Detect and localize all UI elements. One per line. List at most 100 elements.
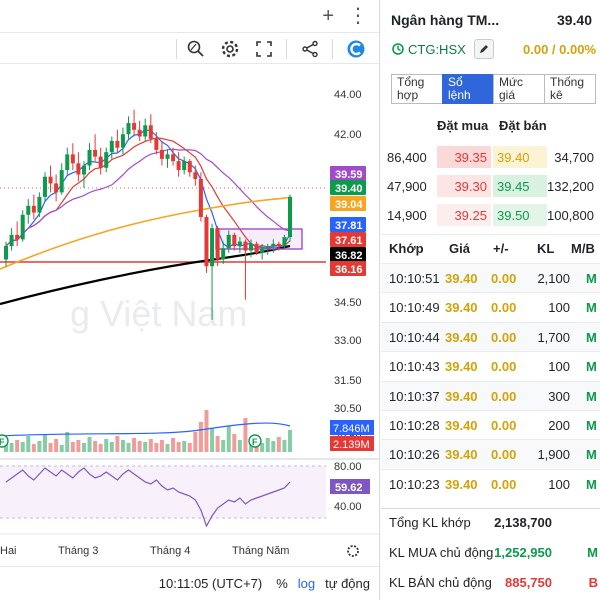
zoom-icon[interactable] <box>184 37 208 61</box>
auto-scale-toggle[interactable]: tự động <box>325 576 370 591</box>
volume-bar <box>9 443 14 452</box>
axis-gear-icon[interactable] <box>347 545 359 557</box>
candle-body[interactable] <box>120 134 125 148</box>
deal-row[interactable]: 10:10:23 39.40 0.00 100 M <box>381 468 600 498</box>
volume-bar <box>198 422 203 452</box>
candle-body[interactable] <box>98 156 103 168</box>
candle-body[interactable] <box>159 149 164 159</box>
candle-body[interactable] <box>20 214 25 240</box>
candle-body[interactable] <box>187 161 192 173</box>
candle-body[interactable] <box>204 217 209 267</box>
candle-body[interactable] <box>132 123 137 130</box>
gear-icon[interactable] <box>218 37 242 61</box>
candle-body[interactable] <box>193 172 198 179</box>
event-marker-label: F <box>0 437 5 447</box>
candle-body[interactable] <box>254 243 259 253</box>
deal-side: M <box>586 271 597 286</box>
candle-body[interactable] <box>249 243 254 251</box>
deal-volume: 1,900 <box>537 447 570 463</box>
more-menu-button[interactable]: ⋮ <box>348 6 368 26</box>
candle-body[interactable] <box>260 248 265 253</box>
log-scale-toggle[interactable]: log <box>298 576 315 591</box>
candle-body[interactable] <box>48 176 53 184</box>
volume-bar <box>148 439 153 452</box>
candle-body[interactable] <box>93 149 98 157</box>
deal-row[interactable]: 10:10:43 39.40 0.00 100 M <box>381 351 600 380</box>
deal-price: 39.40 <box>445 447 478 463</box>
stock-symbol[interactable]: CTG:HSX <box>408 42 466 57</box>
volume-bar <box>288 430 292 452</box>
candle-body[interactable] <box>4 246 8 260</box>
candle-body[interactable] <box>9 234 14 247</box>
tab-order-book[interactable]: Sổ lệnh <box>442 74 493 104</box>
candle-body[interactable] <box>221 248 226 260</box>
order-book-row[interactable]: 47,900 39.30 39.45 132,200 <box>381 175 600 197</box>
candle-body[interactable] <box>182 161 187 171</box>
candle-body[interactable] <box>176 161 181 171</box>
tab-price-levels[interactable]: Mức giá <box>493 74 544 104</box>
candle-body[interactable] <box>104 152 109 168</box>
candle-body[interactable] <box>26 205 31 215</box>
candle-body[interactable] <box>265 246 270 249</box>
candle-body[interactable] <box>271 243 276 247</box>
share-icon[interactable] <box>298 37 322 61</box>
fullscreen-icon[interactable] <box>252 37 276 61</box>
candle-body[interactable] <box>59 170 64 193</box>
candle-body[interactable] <box>154 138 159 150</box>
bid-price[interactable]: 39.30 <box>437 175 491 197</box>
candle-body[interactable] <box>276 243 281 247</box>
candle-body[interactable] <box>87 149 92 166</box>
candle-body[interactable] <box>54 183 59 193</box>
candle-body[interactable] <box>282 237 287 247</box>
candle-body[interactable] <box>42 176 47 197</box>
candle-body[interactable] <box>109 140 114 153</box>
deal-price: 39.40 <box>445 300 478 316</box>
bid-price[interactable]: 39.25 <box>437 204 491 226</box>
deal-row[interactable]: 10:10:49 39.40 0.00 100 M <box>381 292 600 321</box>
tab-statistics[interactable]: Thống kê <box>544 74 596 104</box>
candle-body[interactable] <box>76 163 81 175</box>
order-book-row[interactable]: 86,400 39.35 39.40 34,700 <box>381 146 600 168</box>
percent-scale-toggle[interactable]: % <box>276 576 288 591</box>
candle-body[interactable] <box>243 241 248 251</box>
candle-body[interactable] <box>70 154 75 164</box>
candle-body[interactable] <box>210 228 215 267</box>
deal-row[interactable]: 10:10:28 39.40 0.00 200 M <box>381 410 600 439</box>
candle-body[interactable] <box>65 154 70 171</box>
edit-symbol-button[interactable] <box>473 39 494 59</box>
deal-row[interactable]: 10:10:44 39.40 0.00 1,700 M <box>381 321 600 351</box>
volume-bar <box>120 440 125 452</box>
candle-body[interactable] <box>37 196 42 213</box>
bid-price[interactable]: 39.35 <box>437 146 491 168</box>
candle-body[interactable] <box>237 241 242 247</box>
price-chart[interactable]: g Việt Nam44.0042.0038.0034.5033.0031.50… <box>0 64 380 566</box>
tab-summary[interactable]: Tổng hợp <box>391 74 442 104</box>
toolbar-divider <box>332 39 333 59</box>
candle-body[interactable] <box>137 129 142 137</box>
candle-body[interactable] <box>171 154 176 162</box>
ask-price[interactable]: 39.45 <box>493 175 547 197</box>
deal-row[interactable]: 10:10:51 39.40 0.00 2,100 M <box>381 263 600 292</box>
candle-body[interactable] <box>31 205 36 213</box>
deal-row[interactable]: 10:10:37 39.40 0.00 300 M <box>381 380 600 410</box>
candle-body[interactable] <box>226 234 231 249</box>
candle-body[interactable] <box>198 178 203 217</box>
candle-body[interactable] <box>215 228 220 260</box>
ask-price[interactable]: 39.50 <box>493 204 547 226</box>
candle-body[interactable] <box>81 165 86 175</box>
add-tab-button[interactable]: + <box>322 6 334 26</box>
candle-body[interactable] <box>143 125 148 137</box>
candle-body[interactable] <box>165 154 170 159</box>
candle-body[interactable] <box>15 234 20 240</box>
candle-body[interactable] <box>115 140 120 148</box>
order-book-row[interactable]: 14,900 39.25 39.50 100,800 <box>381 204 600 226</box>
candle-body[interactable] <box>126 123 131 135</box>
deal-row[interactable]: 10:10:26 39.40 0.00 1,900 M <box>381 439 600 469</box>
candle-body[interactable] <box>288 196 292 238</box>
candle-body[interactable] <box>232 234 237 247</box>
volume-bar <box>265 438 270 452</box>
pencil-icon <box>479 45 488 53</box>
candle-body[interactable] <box>148 125 153 139</box>
logo-icon[interactable] <box>344 37 368 61</box>
ask-price[interactable]: 39.40 <box>493 146 547 168</box>
